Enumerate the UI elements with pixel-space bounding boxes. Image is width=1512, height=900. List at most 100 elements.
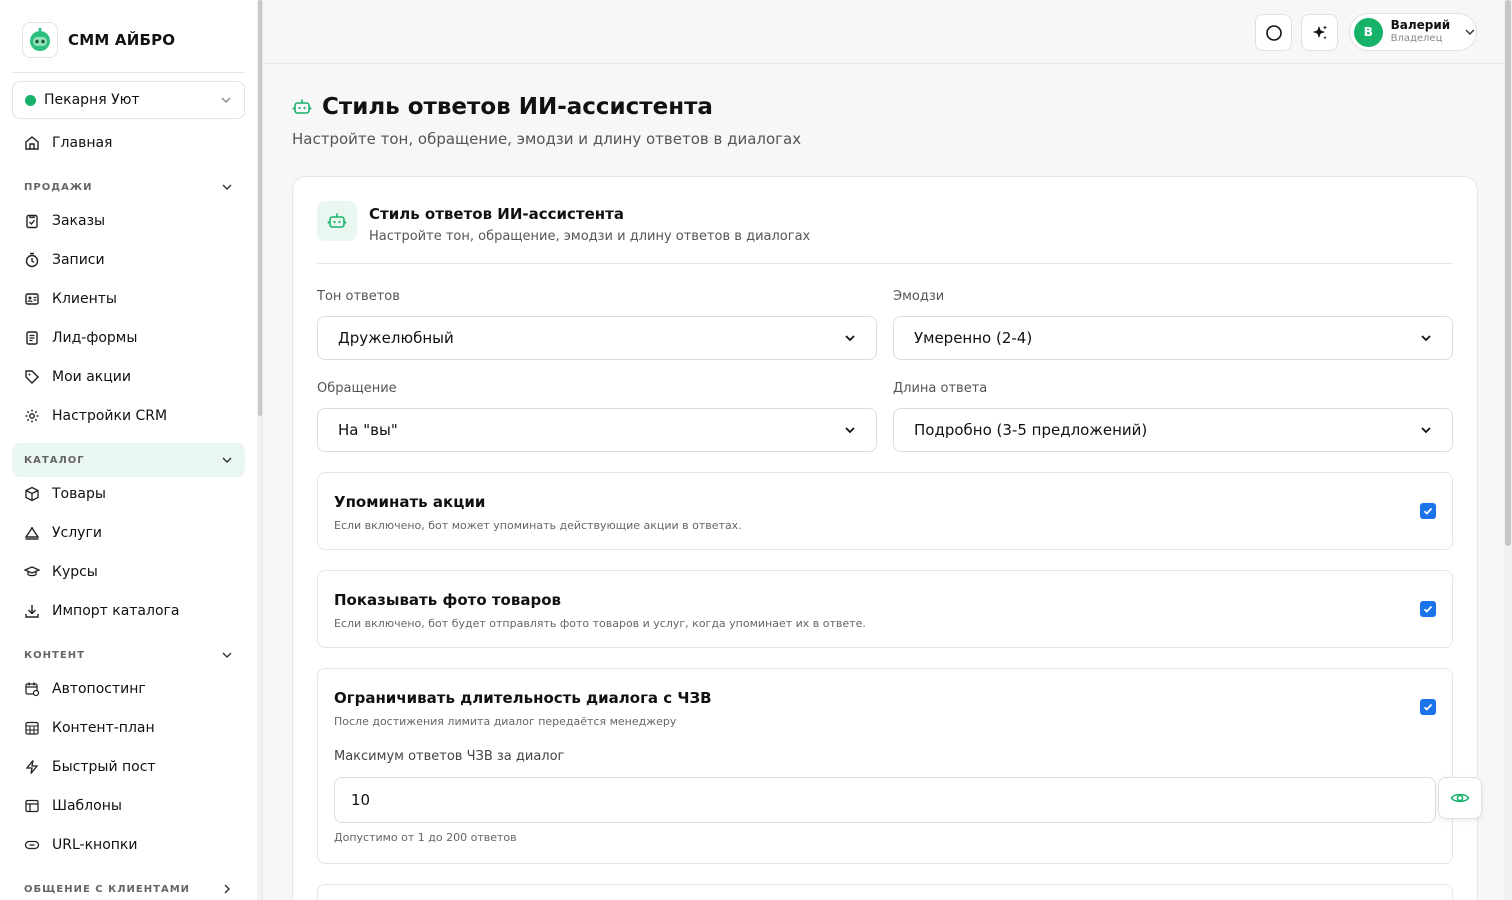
emoji-value: Умеренно (2-4)	[914, 329, 1033, 347]
sidebar-item-home[interactable]: Главная	[12, 126, 245, 160]
emoji-label: Эмодзи	[893, 289, 945, 304]
sidebar-divider	[12, 72, 245, 73]
sidebar-item-crm-settings[interactable]: Настройки CRM	[12, 399, 245, 433]
option-title: Ограничивать длительность диалога с ЧЗВ	[334, 689, 712, 707]
circle-icon	[1265, 24, 1282, 41]
sidebar-item-label: Шаблоны	[52, 798, 122, 814]
workspace-name: Пекарня Уют	[44, 92, 140, 108]
section-catalog[interactable]: КАТАЛОГ	[12, 443, 245, 477]
robot-logo-icon	[22, 22, 58, 58]
sidebar-item-services[interactable]: Услуги	[12, 516, 245, 550]
sidebar-item-label: Заказы	[52, 213, 106, 229]
sidebar-item-autoposting[interactable]: Автопостинг	[12, 672, 245, 706]
user-menu[interactable]: В Валерий Владелец	[1349, 13, 1477, 51]
gear-icon	[25, 409, 39, 423]
ai-sparkle-button[interactable]	[1301, 14, 1338, 51]
sidebar-item-label: Мои акции	[52, 369, 131, 385]
chevron-down-icon	[845, 427, 855, 434]
chevron-down-icon	[1465, 29, 1475, 35]
chevron-down-icon	[222, 457, 232, 463]
ai-style-card: Стиль ответов ИИ-ассистента Настройте то…	[292, 176, 1478, 900]
sidebar-item-label: Записи	[52, 252, 105, 268]
max-replies-hint: Допустимо от 1 до 200 ответов	[334, 831, 517, 844]
promos-checkbox[interactable]	[1420, 503, 1436, 519]
sidebar-item-import-catalog[interactable]: Импорт каталога	[12, 594, 245, 628]
sidebar-item-label: Услуги	[52, 525, 102, 541]
checkmark-icon	[1423, 507, 1433, 515]
section-label: КОНТЕНТ	[24, 649, 85, 661]
chevron-down-icon	[222, 184, 232, 190]
box-icon	[25, 486, 39, 502]
length-label: Длина ответа	[893, 381, 988, 396]
download-icon	[25, 605, 39, 618]
chevron-down-icon	[1421, 427, 1431, 434]
max-replies-label: Максимум ответов ЧЗВ за диалог	[334, 749, 565, 764]
status-dot-icon	[25, 94, 36, 106]
sidebar-item-templates[interactable]: Шаблоны	[12, 789, 245, 823]
sparkles-icon	[1312, 25, 1327, 39]
sidebar-item-quick-post[interactable]: Быстрый пост	[12, 750, 245, 784]
chevron-down-icon	[1421, 335, 1431, 342]
section-label: ОБЩЕНИЕ С КЛИЕНТАМИ	[24, 883, 191, 895]
max-replies-input[interactable]: 10	[334, 777, 1436, 823]
photos-checkbox[interactable]	[1420, 601, 1436, 617]
contact-card-icon	[25, 293, 39, 305]
sidebar-item-label: URL-кнопки	[52, 837, 138, 853]
sidebar-item-lead-forms[interactable]: Лид-формы	[12, 321, 245, 355]
brand[interactable]: СММ АЙБРО	[22, 22, 175, 58]
option-title: Показывать фото товаров	[334, 591, 562, 609]
section-communication[interactable]: ОБЩЕНИЕ С КЛИЕНТАМИ	[12, 872, 245, 900]
sidebar-item-clients[interactable]: Клиенты	[12, 282, 245, 316]
sidebar-item-courses[interactable]: Курсы	[12, 555, 245, 589]
card-title: Стиль ответов ИИ-ассистента	[369, 205, 624, 223]
sidebar-scrollbar[interactable]	[257, 0, 262, 900]
sidebar-item-products[interactable]: Товары	[12, 477, 245, 511]
home-icon	[25, 136, 39, 150]
card-header: Стиль ответов ИИ-ассистента Настройте то…	[317, 201, 810, 244]
length-select[interactable]: Подробно (3-5 предложений)	[893, 408, 1453, 452]
sidebar-scrollbar-thumb[interactable]	[258, 0, 262, 416]
sidebar-item-label: Главная	[52, 135, 113, 151]
tone-value: Дружелюбный	[338, 329, 454, 347]
workspace-selector[interactable]: Пекарня Уют	[12, 81, 245, 119]
preview-button[interactable]	[1438, 777, 1482, 819]
page-scrollbar[interactable]	[1504, 0, 1512, 900]
option-mention-promos: Упоминать акции Если включено, бот может…	[317, 472, 1453, 550]
timer-icon	[25, 252, 39, 268]
status-button[interactable]	[1255, 14, 1292, 51]
user-role: Владелец	[1390, 33, 1443, 45]
page-title: Стиль ответов ИИ-ассистента	[322, 94, 713, 120]
sidebar-item-orders[interactable]: Заказы	[12, 204, 245, 238]
emoji-select[interactable]: Умеренно (2-4)	[893, 316, 1453, 360]
option-limit-faq-dialog: Ограничивать длительность диалога с ЧЗВ …	[317, 668, 1453, 864]
eye-icon	[1450, 793, 1470, 803]
sidebar-item-label: Быстрый пост	[52, 759, 156, 775]
page-header: Стиль ответов ИИ-ассистента Настройте то…	[292, 94, 801, 148]
page-scrollbar-thumb[interactable]	[1505, 0, 1511, 546]
sidebar-item-label: Лид-формы	[52, 330, 138, 346]
limit-checkbox[interactable]	[1420, 699, 1436, 715]
section-content[interactable]: КОНТЕНТ	[12, 638, 245, 672]
section-label: КАТАЛОГ	[24, 454, 85, 466]
length-value: Подробно (3-5 предложений)	[914, 421, 1148, 439]
brand-name: СММ АЙБРО	[68, 31, 176, 49]
checkmark-icon	[1423, 605, 1433, 613]
topbar: В Валерий Владелец	[264, 0, 1512, 64]
sidebar-item-label: Курсы	[52, 564, 98, 580]
sidebar-item-label: Автопостинг	[52, 681, 146, 697]
sidebar-item-appointments[interactable]: Записи	[12, 243, 245, 277]
section-label: ПРОДАЖИ	[24, 181, 93, 193]
robot-icon	[292, 99, 312, 114]
sidebar-item-promos[interactable]: Мои акции	[12, 360, 245, 394]
section-sales[interactable]: ПРОДАЖИ	[12, 170, 245, 204]
tag-icon	[25, 370, 39, 384]
address-label: Обращение	[317, 381, 397, 396]
sidebar-item-url-buttons[interactable]: URL-кнопки	[12, 828, 245, 862]
option-description: После достижения лимита диалог передаётс…	[334, 715, 677, 728]
card-subtitle: Настройте тон, обращение, эмодзи и длину…	[369, 229, 811, 244]
tone-select[interactable]: Дружелюбный	[317, 316, 877, 360]
sidebar-item-label: Настройки CRM	[52, 408, 168, 424]
sidebar: СММ АЙБРО Пекарня Уют Главная ПРОДАЖИ За…	[0, 0, 263, 900]
sidebar-item-content-plan[interactable]: Контент-план	[12, 711, 245, 745]
address-select[interactable]: На "вы"	[317, 408, 877, 452]
